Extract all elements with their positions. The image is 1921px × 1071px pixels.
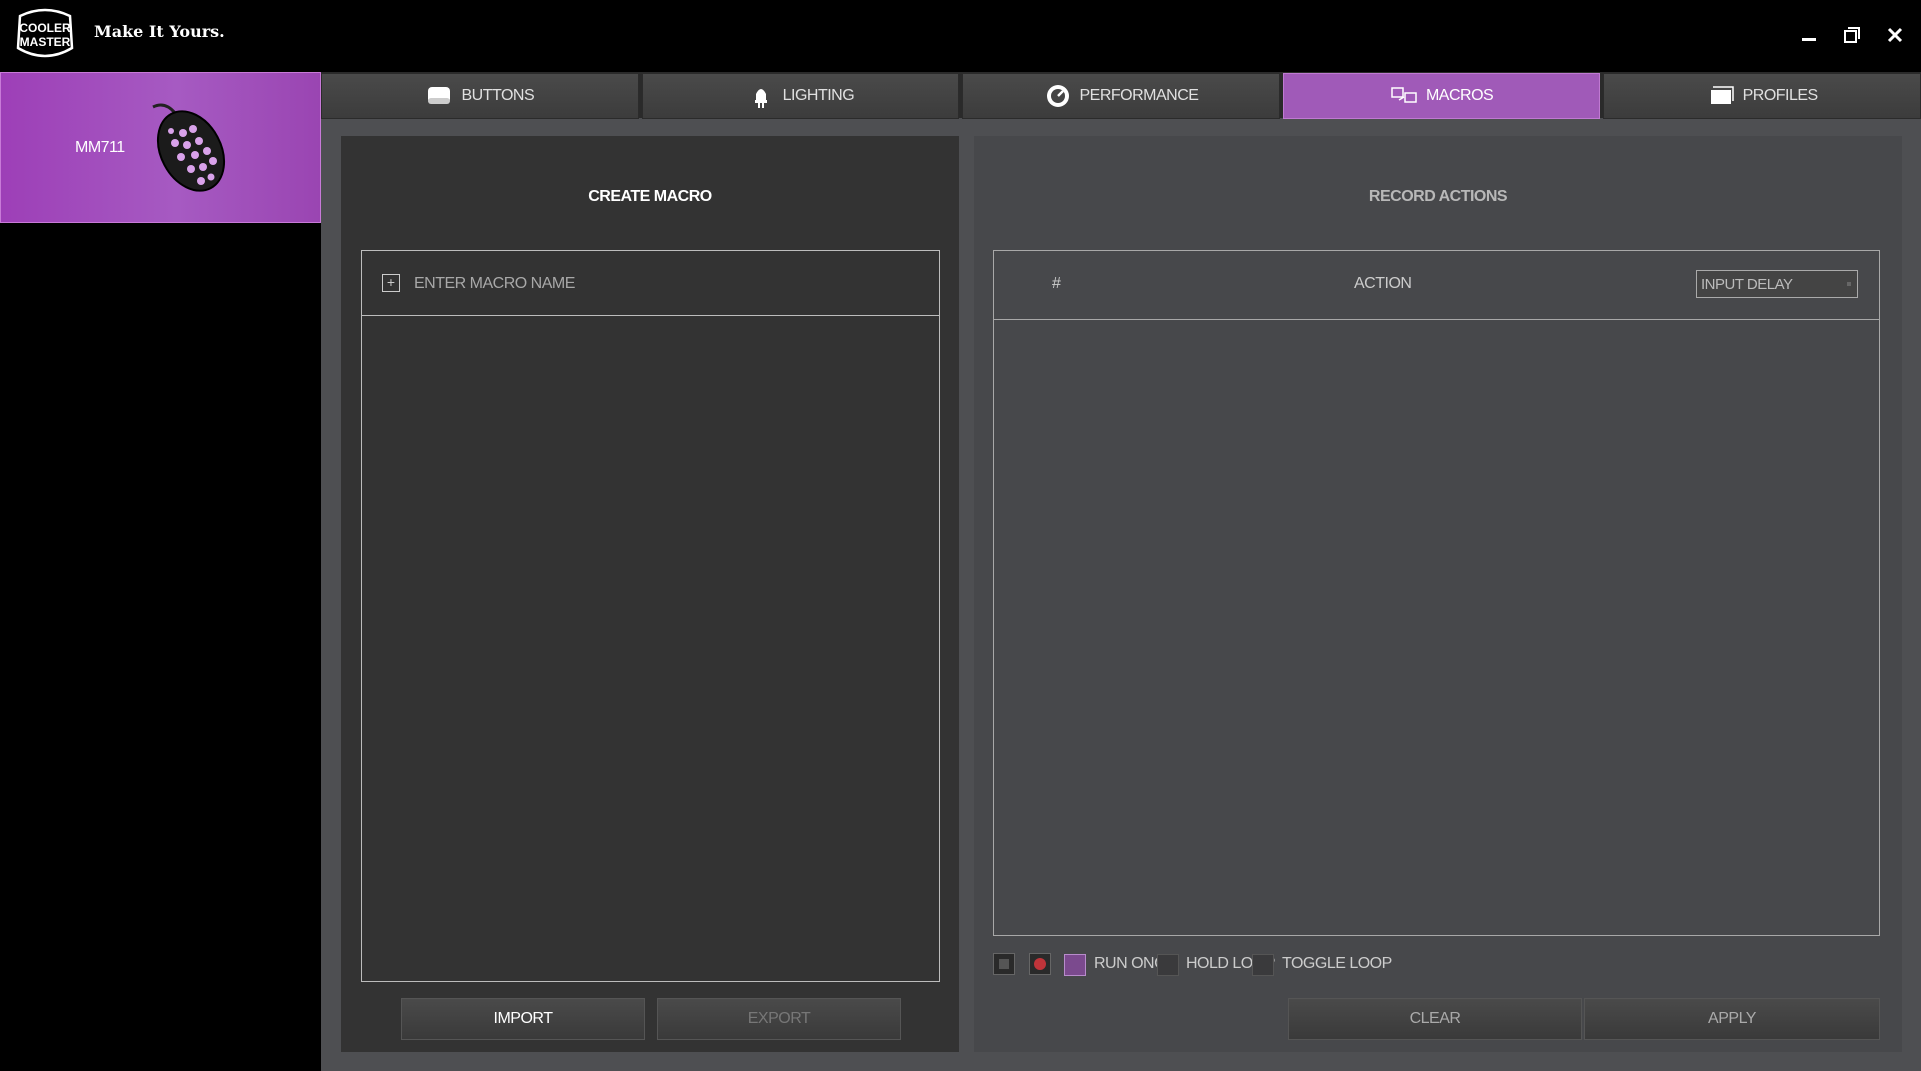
record-actions-panel: RECORD ACTIONS # ACTION INPUT DELAY RUN … bbox=[974, 136, 1902, 1052]
macro-list[interactable]: + bbox=[361, 250, 940, 982]
dropdown-caret-icon bbox=[1847, 282, 1851, 286]
tab-lighting[interactable]: LIGHTING bbox=[641, 73, 960, 119]
record-button[interactable] bbox=[1029, 953, 1051, 975]
record-icon bbox=[1034, 958, 1046, 970]
tab-label: LIGHTING bbox=[782, 87, 855, 104]
export-button[interactable]: EXPORT bbox=[657, 998, 901, 1040]
import-button[interactable]: IMPORT bbox=[401, 998, 645, 1040]
tab-profiles[interactable]: PROFILES bbox=[1603, 73, 1921, 119]
apply-button[interactable]: APPLY bbox=[1584, 998, 1880, 1040]
hold-loop-checkbox[interactable] bbox=[1157, 954, 1179, 976]
title-bar: COOLER MASTER Make It Yours. bbox=[0, 0, 1921, 72]
profiles-icon bbox=[1710, 86, 1734, 104]
tab-label: MACROS bbox=[1425, 87, 1494, 104]
minimize-icon bbox=[1802, 38, 1816, 41]
main-panel: BUTTONS LIGHTING PERFORMANCE MACROS PROF… bbox=[321, 72, 1921, 1071]
lighting-icon bbox=[754, 89, 767, 108]
cooler-master-logo: COOLER MASTER bbox=[16, 8, 74, 58]
tab-label: BUTTONS bbox=[461, 87, 535, 104]
mouse-icon bbox=[152, 103, 226, 192]
run-once-checkbox[interactable] bbox=[1064, 954, 1086, 976]
toggle-loop-label: TOGGLE LOOP bbox=[1282, 955, 1392, 972]
column-action: ACTION bbox=[1354, 275, 1412, 292]
tab-performance[interactable]: PERFORMANCE bbox=[962, 73, 1280, 119]
buttons-icon bbox=[428, 87, 451, 104]
close-icon bbox=[1887, 27, 1903, 43]
create-macro-title: CREATE MACRO bbox=[588, 188, 712, 205]
tab-bar: BUTTONS LIGHTING PERFORMANCE MACROS PROF… bbox=[321, 72, 1921, 119]
actions-header: # ACTION INPUT DELAY bbox=[994, 251, 1879, 320]
restore-icon bbox=[1844, 27, 1860, 43]
macros-icon bbox=[1391, 87, 1417, 103]
create-macro-panel: CREATE MACRO + IMPORT EXPORT bbox=[341, 136, 959, 1052]
app-tagline: Make It Yours. bbox=[94, 22, 225, 41]
performance-icon bbox=[1046, 85, 1069, 107]
toggle-loop-checkbox[interactable] bbox=[1252, 954, 1274, 976]
device-sidebar: MM711 bbox=[0, 72, 321, 1071]
tab-label: PERFORMANCE bbox=[1079, 87, 1199, 104]
logo-text-top: COOLER bbox=[19, 21, 71, 35]
column-number: # bbox=[1052, 275, 1061, 292]
tab-buttons[interactable]: BUTTONS bbox=[321, 73, 639, 119]
tab-macros[interactable]: MACROS bbox=[1282, 73, 1601, 119]
logo-text-bottom: MASTER bbox=[20, 35, 71, 49]
macro-name-input[interactable] bbox=[412, 267, 916, 301]
minimize-button[interactable] bbox=[1794, 20, 1824, 50]
input-delay-select[interactable]: INPUT DELAY bbox=[1696, 270, 1858, 298]
actions-list[interactable]: # ACTION INPUT DELAY bbox=[993, 250, 1880, 936]
device-name: MM711 bbox=[75, 139, 125, 156]
macro-name-row: + bbox=[362, 251, 939, 316]
clear-button[interactable]: CLEAR bbox=[1288, 998, 1582, 1040]
stop-button[interactable] bbox=[993, 953, 1015, 975]
stop-icon bbox=[999, 959, 1009, 969]
input-delay-value: INPUT DELAY bbox=[1701, 276, 1793, 293]
close-button[interactable] bbox=[1880, 20, 1910, 50]
plus-icon[interactable]: + bbox=[382, 274, 400, 292]
record-actions-title: RECORD ACTIONS bbox=[1368, 188, 1508, 205]
device-card-mm711[interactable]: MM711 bbox=[0, 72, 321, 223]
restore-button[interactable] bbox=[1837, 20, 1867, 50]
tab-label: PROFILES bbox=[1742, 87, 1819, 104]
